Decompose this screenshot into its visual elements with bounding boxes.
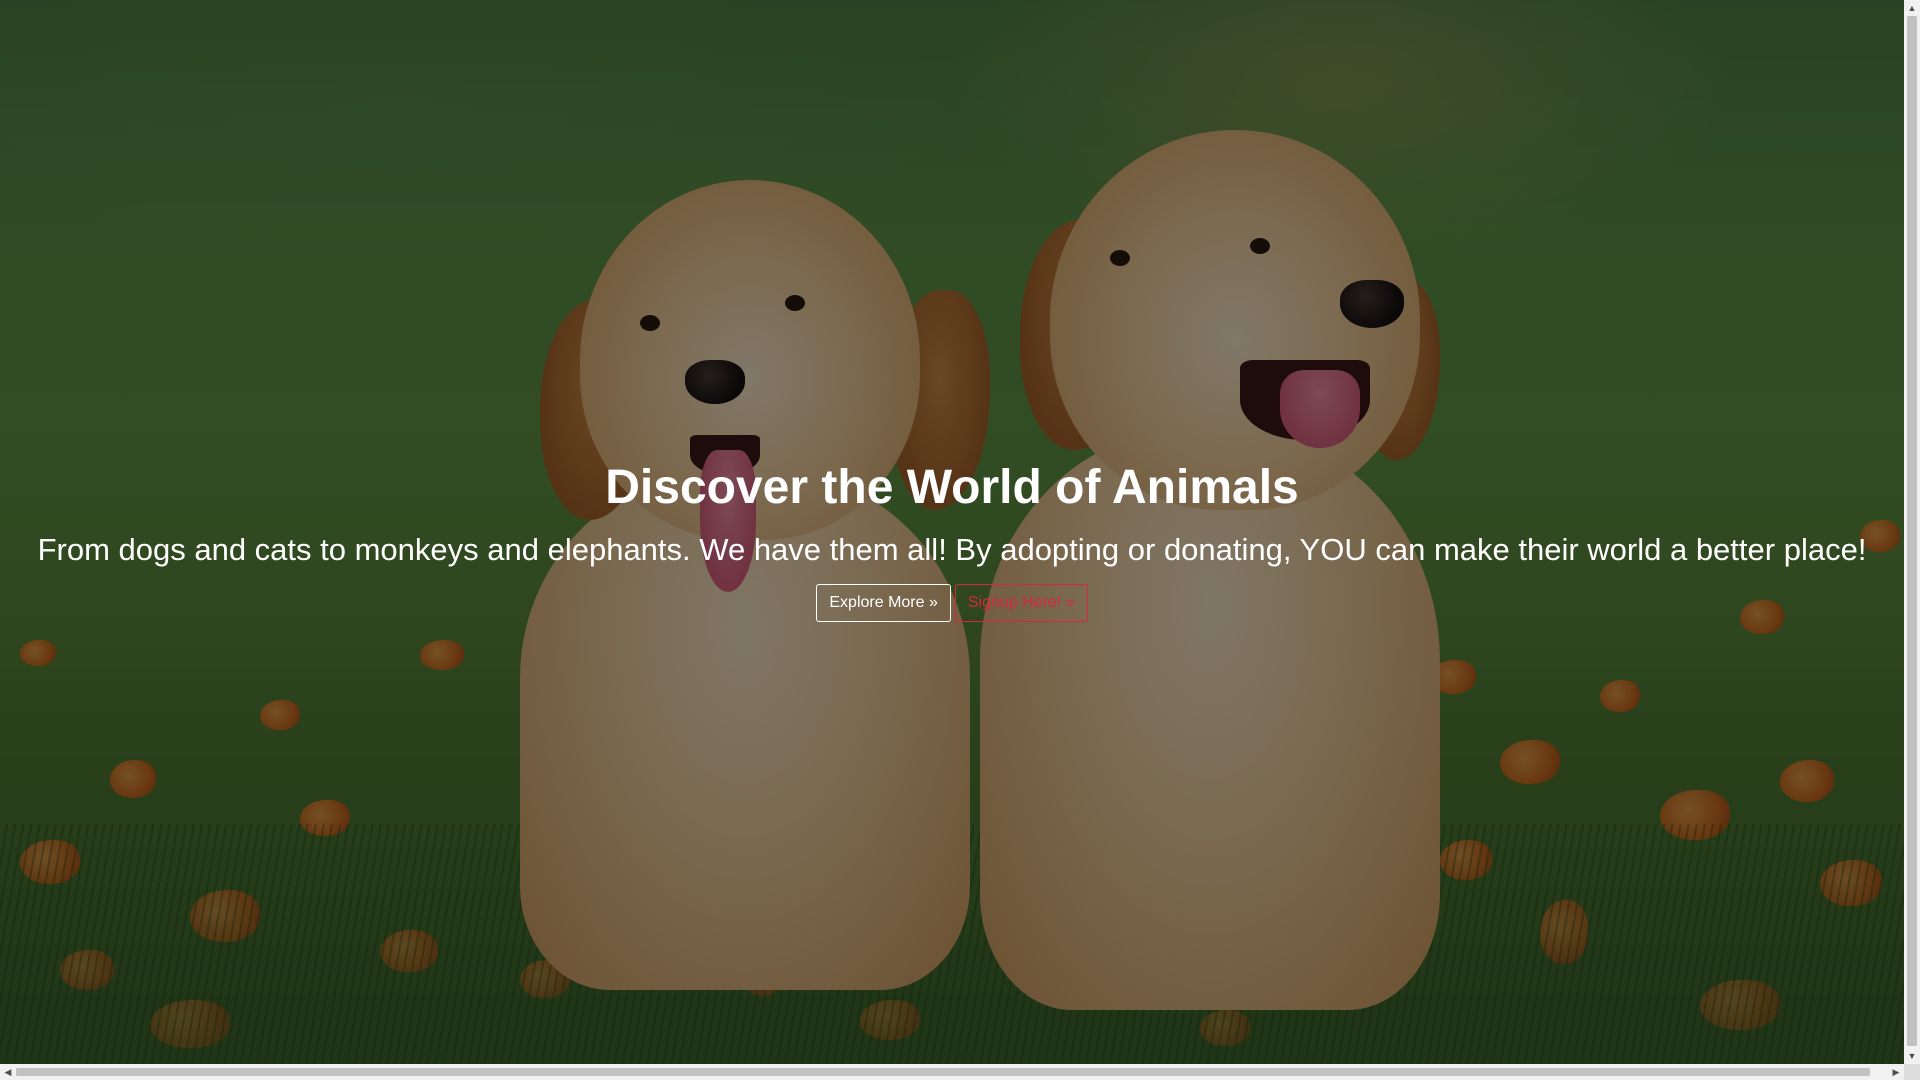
- vertical-scroll-thumb[interactable]: [1907, 16, 1917, 1046]
- signup-button[interactable]: Signup Here! »: [954, 584, 1088, 622]
- scrollbar-corner: [1904, 1064, 1920, 1080]
- page-viewport: Discover the World of Animals From dogs …: [0, 0, 1904, 1064]
- hero-section: Discover the World of Animals From dogs …: [0, 456, 1904, 622]
- scroll-left-arrow-icon[interactable]: ◀: [0, 1064, 16, 1080]
- scroll-down-arrow-icon[interactable]: ▼: [1904, 1048, 1920, 1064]
- horizontal-scrollbar[interactable]: ◀ ▶: [0, 1064, 1904, 1080]
- horizontal-scroll-thumb[interactable]: [16, 1068, 1870, 1076]
- hero-title: Discover the World of Animals: [605, 461, 1299, 514]
- scroll-right-arrow-icon[interactable]: ▶: [1888, 1064, 1904, 1080]
- hero-subtitle: From dogs and cats to monkeys and elepha…: [37, 532, 1867, 567]
- scroll-up-arrow-icon[interactable]: ▲: [1904, 0, 1920, 16]
- vertical-scrollbar[interactable]: ▲ ▼: [1904, 0, 1920, 1064]
- hero-buttons: Explore More » Signup Here! »: [0, 584, 1904, 622]
- explore-more-button[interactable]: Explore More »: [816, 584, 951, 622]
